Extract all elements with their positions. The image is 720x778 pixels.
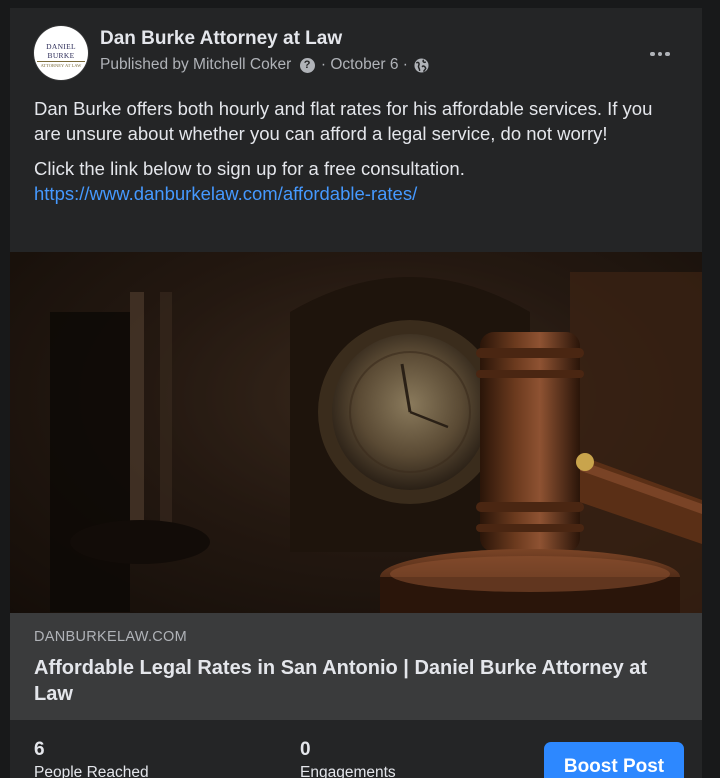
post-paragraph: Dan Burke offers both hourly and flat ra…: [34, 98, 653, 144]
engagements-label: Engagements: [300, 764, 396, 778]
question-circle-icon[interactable]: ?: [299, 57, 315, 73]
more-horizontal-icon: [650, 51, 655, 57]
people-reached-label: People Reached: [34, 764, 149, 778]
post-meta: Published by Mitchell Coker ? · October …: [100, 56, 429, 74]
link-preview-domain: DANBURKELAW.COM: [34, 629, 188, 645]
more-horizontal-icon: [657, 51, 663, 57]
link-preview-title[interactable]: Affordable Legal Rates in San Antonio | …: [34, 655, 674, 707]
globe-icon[interactable]: [414, 57, 429, 73]
more-horizontal-icon: [665, 51, 670, 57]
post-link[interactable]: https://www.danburkelaw.com/affordable-r…: [34, 181, 684, 206]
post-paragraph: Click the link below to sign up for a fr…: [34, 156, 684, 206]
published-by-text: Published by Mitchell Coker: [100, 56, 292, 73]
meta-separator: ·: [402, 56, 408, 73]
link-preview-image[interactable]: [10, 252, 702, 613]
people-reached-count: 6: [34, 739, 45, 760]
meta-separator: ·: [320, 56, 327, 73]
more-options-button[interactable]: [642, 36, 678, 72]
post-card: Daniel Burke ATTORNEY AT LAW Dan Burke A…: [10, 8, 702, 778]
post-cta-text: Click the link below to sign up for a fr…: [34, 158, 465, 179]
post-header: Daniel Burke ATTORNEY AT LAW Dan Burke A…: [34, 26, 682, 88]
avatar-logo-subtitle: ATTORNEY AT LAW: [40, 63, 82, 68]
engagements-count: 0: [300, 739, 311, 760]
avatar-logo-name: Daniel Burke: [37, 42, 85, 62]
boost-post-button[interactable]: Boost Post: [544, 742, 684, 778]
post-body: Dan Burke offers both hourly and flat ra…: [34, 96, 684, 216]
page-avatar[interactable]: Daniel Burke ATTORNEY AT LAW: [34, 26, 88, 80]
people-reached-stat[interactable]: 6 People Reached: [34, 738, 149, 778]
avatar-logo: Daniel Burke ATTORNEY AT LAW: [37, 42, 85, 68]
post-insights: 6 People Reached 0 Engagements Boost Pos…: [10, 720, 702, 778]
page-name-link[interactable]: Dan Burke Attorney at Law: [100, 28, 342, 50]
engagements-stat[interactable]: 0 Engagements: [300, 738, 396, 778]
link-preview[interactable]: DANBURKELAW.COM Affordable Legal Rates i…: [10, 613, 702, 720]
post-date-link[interactable]: October 6: [330, 56, 398, 74]
